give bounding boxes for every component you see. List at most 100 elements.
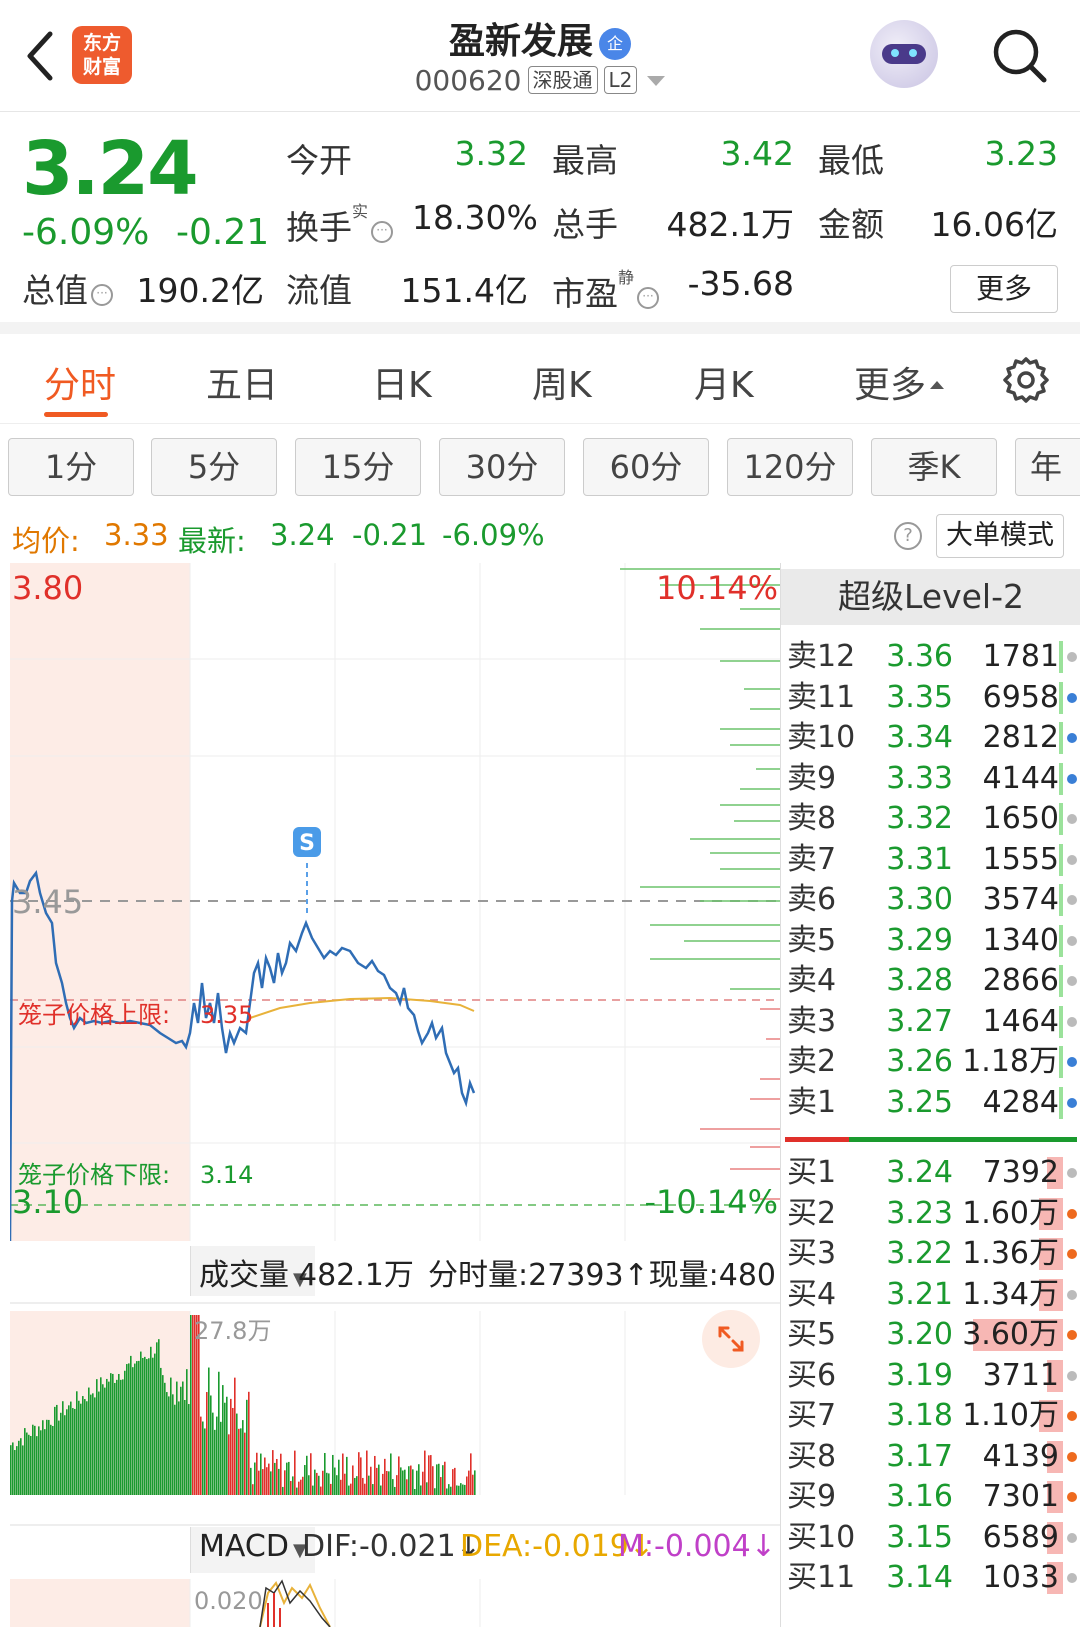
ask-row[interactable]: 卖1 3.25 4284: [781, 1083, 1080, 1123]
help-icon[interactable]: ?: [894, 522, 922, 550]
bid-row[interactable]: 买5 3.20 3.60万: [781, 1315, 1080, 1355]
volume-bar: [244, 1432, 246, 1495]
more-button[interactable]: 更多: [950, 265, 1058, 313]
tab-intraday[interactable]: 分时: [44, 356, 116, 408]
volume-bar: [188, 1404, 190, 1495]
ask-row[interactable]: 卖8 3.32 1650: [781, 799, 1080, 839]
bid-row[interactable]: 买2 3.23 1.60万: [781, 1194, 1080, 1234]
bid-row[interactable]: 买7 3.18 1.10万: [781, 1396, 1080, 1436]
volume-bar: [346, 1456, 348, 1495]
volume-bar: [126, 1364, 128, 1495]
bid-row[interactable]: 买11 3.14 1033: [781, 1558, 1080, 1598]
ask-level-label: 卖9: [787, 760, 837, 796]
period-quarter-k[interactable]: 季K: [871, 438, 997, 496]
ask-row[interactable]: 卖10 3.34 2812: [781, 718, 1080, 758]
volume-bar: [44, 1429, 46, 1495]
ask-volume: 1.18万: [962, 1044, 1059, 1079]
bid-price: 3.16: [886, 1479, 953, 1514]
tab-weekly-k[interactable]: 周K: [532, 356, 592, 408]
bid-volume: 3711: [982, 1357, 1059, 1393]
ask-row[interactable]: 卖2 3.26 1.18万: [781, 1042, 1080, 1082]
bid-price: 3.22: [886, 1236, 953, 1271]
bid-price: 3.18: [886, 1398, 953, 1433]
amount-value: 16.06亿: [930, 205, 1058, 244]
volume-bar: [232, 1407, 234, 1495]
volume-bar: [218, 1371, 220, 1495]
ask-row[interactable]: 卖6 3.30 3574: [781, 880, 1080, 920]
ask-row[interactable]: 卖12 3.36 1781: [781, 637, 1080, 677]
volume-bar: [136, 1361, 138, 1495]
bid-row[interactable]: 买8 3.17 4139: [781, 1437, 1080, 1477]
volume-bar: [412, 1469, 414, 1495]
ask-status-dot-icon: [1067, 854, 1077, 865]
volume-bar: [366, 1450, 368, 1495]
bid-ask-divider: [785, 1137, 1077, 1142]
latest-label: 最新:: [178, 524, 246, 558]
intraday-chart[interactable]: S 3.80 3.45 3.10 10.14% -10.14% 笼子价格上限: …: [10, 563, 780, 1627]
level-tag: L2: [603, 66, 638, 94]
tab-five-day[interactable]: 五日: [206, 356, 278, 408]
ask-row[interactable]: 卖9 3.33 4144: [781, 759, 1080, 799]
enterprise-badge-icon: 企: [599, 28, 631, 60]
volume-bar: [34, 1425, 36, 1495]
volume-bar: [474, 1470, 476, 1495]
ask-price: 3.26: [886, 1044, 953, 1079]
ask-row[interactable]: 卖5 3.29 1340: [781, 921, 1080, 961]
volume-selector[interactable]: 成交量 ▼: [190, 1246, 315, 1296]
bid-row[interactable]: 买6 3.19 3711: [781, 1356, 1080, 1396]
volume-bar: [314, 1469, 316, 1495]
info-dots-icon[interactable]: ···: [371, 221, 394, 243]
big-order-mode-button[interactable]: 大单模式: [936, 514, 1064, 558]
ask-row[interactable]: 卖3 3.27 1464: [781, 1002, 1080, 1042]
tab-monthly-k[interactable]: 月K: [694, 356, 754, 408]
period-15min[interactable]: 15分: [295, 438, 421, 496]
volume-bar: [318, 1475, 320, 1495]
bid-level-label: 买6: [787, 1357, 837, 1393]
volume-bar: [288, 1461, 290, 1495]
level2-title[interactable]: 超级Level-2: [781, 569, 1080, 625]
volume-bar: [120, 1379, 122, 1495]
search-icon[interactable]: [990, 26, 1050, 86]
bid-row[interactable]: 买10 3.15 6589: [781, 1518, 1080, 1558]
bid-row[interactable]: 买3 3.22 1.36万: [781, 1234, 1080, 1274]
volume-bar: [80, 1403, 82, 1495]
period-120min[interactable]: 120分: [727, 438, 853, 496]
ask-row[interactable]: 卖7 3.31 1555: [781, 840, 1080, 880]
volume-bar: [22, 1445, 24, 1495]
period-5min[interactable]: 5分: [151, 438, 277, 496]
stock-code: 000620: [414, 64, 522, 97]
period-30min[interactable]: 30分: [439, 438, 565, 496]
ask-level-label: 卖2: [787, 1044, 837, 1079]
volume-bar: [312, 1485, 314, 1495]
ask-status-dot-icon: [1067, 1057, 1077, 1067]
period-year-k[interactable]: 年: [1015, 438, 1080, 496]
volume-bar: [348, 1485, 350, 1495]
volume-bar: [404, 1469, 406, 1495]
header: 东方 财富 盈新发展企 000620 深股通 L2: [0, 0, 1080, 112]
bid-row[interactable]: 买1 3.24 7392: [781, 1153, 1080, 1193]
info-dots-icon[interactable]: ···: [91, 284, 113, 306]
expand-icon[interactable]: [702, 1310, 760, 1368]
ask-row[interactable]: 卖11 3.35 6958: [781, 678, 1080, 718]
volume-bar: [458, 1485, 460, 1495]
tab-more[interactable]: 更多: [854, 356, 945, 408]
volume-bar: [260, 1453, 262, 1495]
period-60min[interactable]: 60分: [583, 438, 709, 496]
current-price: 3.24: [22, 126, 199, 212]
indicator-selector[interactable]: MACD ▼: [190, 1527, 315, 1573]
volume-bar: [242, 1420, 244, 1495]
tab-daily-k[interactable]: 日K: [372, 356, 432, 408]
volume-bar: [142, 1357, 144, 1495]
volume-bar: [416, 1470, 418, 1495]
period-1min[interactable]: 1分: [8, 438, 134, 496]
volume-bar: [226, 1396, 228, 1495]
volume-bar: [200, 1416, 202, 1495]
ask-row[interactable]: 卖4 3.28 2866: [781, 961, 1080, 1001]
bid-row[interactable]: 买4 3.21 1.34万: [781, 1275, 1080, 1315]
bid-price: 3.14: [886, 1560, 953, 1595]
info-dots-icon[interactable]: ···: [637, 287, 660, 309]
ai-assistant-robot-icon[interactable]: [870, 20, 938, 88]
gear-icon[interactable]: [1002, 356, 1050, 404]
bid-row[interactable]: 买9 3.16 7301: [781, 1477, 1080, 1517]
volume-bar: [442, 1465, 444, 1495]
